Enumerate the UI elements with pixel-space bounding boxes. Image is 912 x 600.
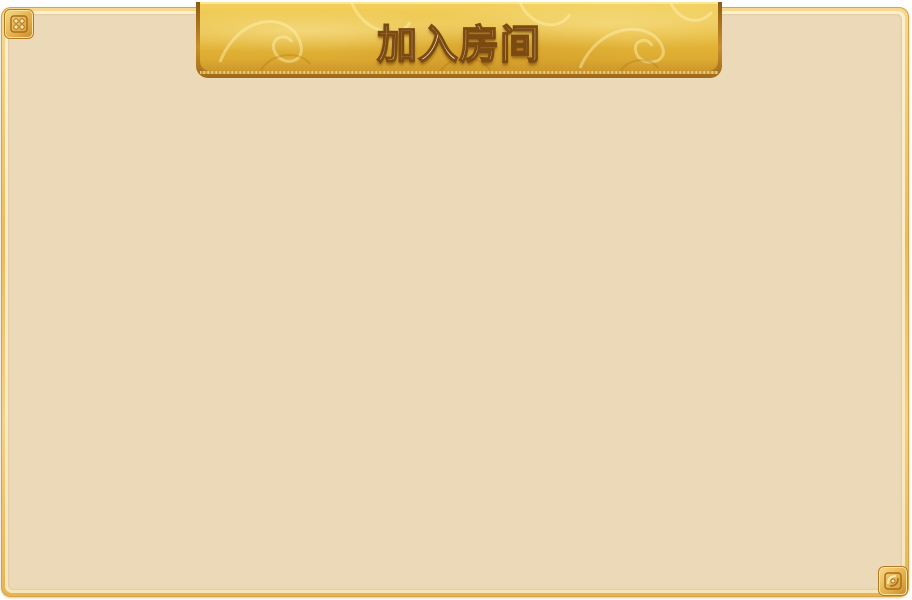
corner-ornament-icon: [878, 566, 908, 596]
dialog-frame-inner: [5, 11, 905, 593]
corner-ornament-icon: [4, 9, 34, 39]
dialog-content-panel: [8, 14, 902, 590]
banner-sparkle-edge: [200, 71, 718, 74]
dialog-frame: [1, 7, 909, 597]
join-room-dialog: 加入房间: [0, 0, 912, 600]
title-banner: 加入房间: [196, 2, 722, 78]
dialog-title: 加入房间: [376, 21, 541, 69]
